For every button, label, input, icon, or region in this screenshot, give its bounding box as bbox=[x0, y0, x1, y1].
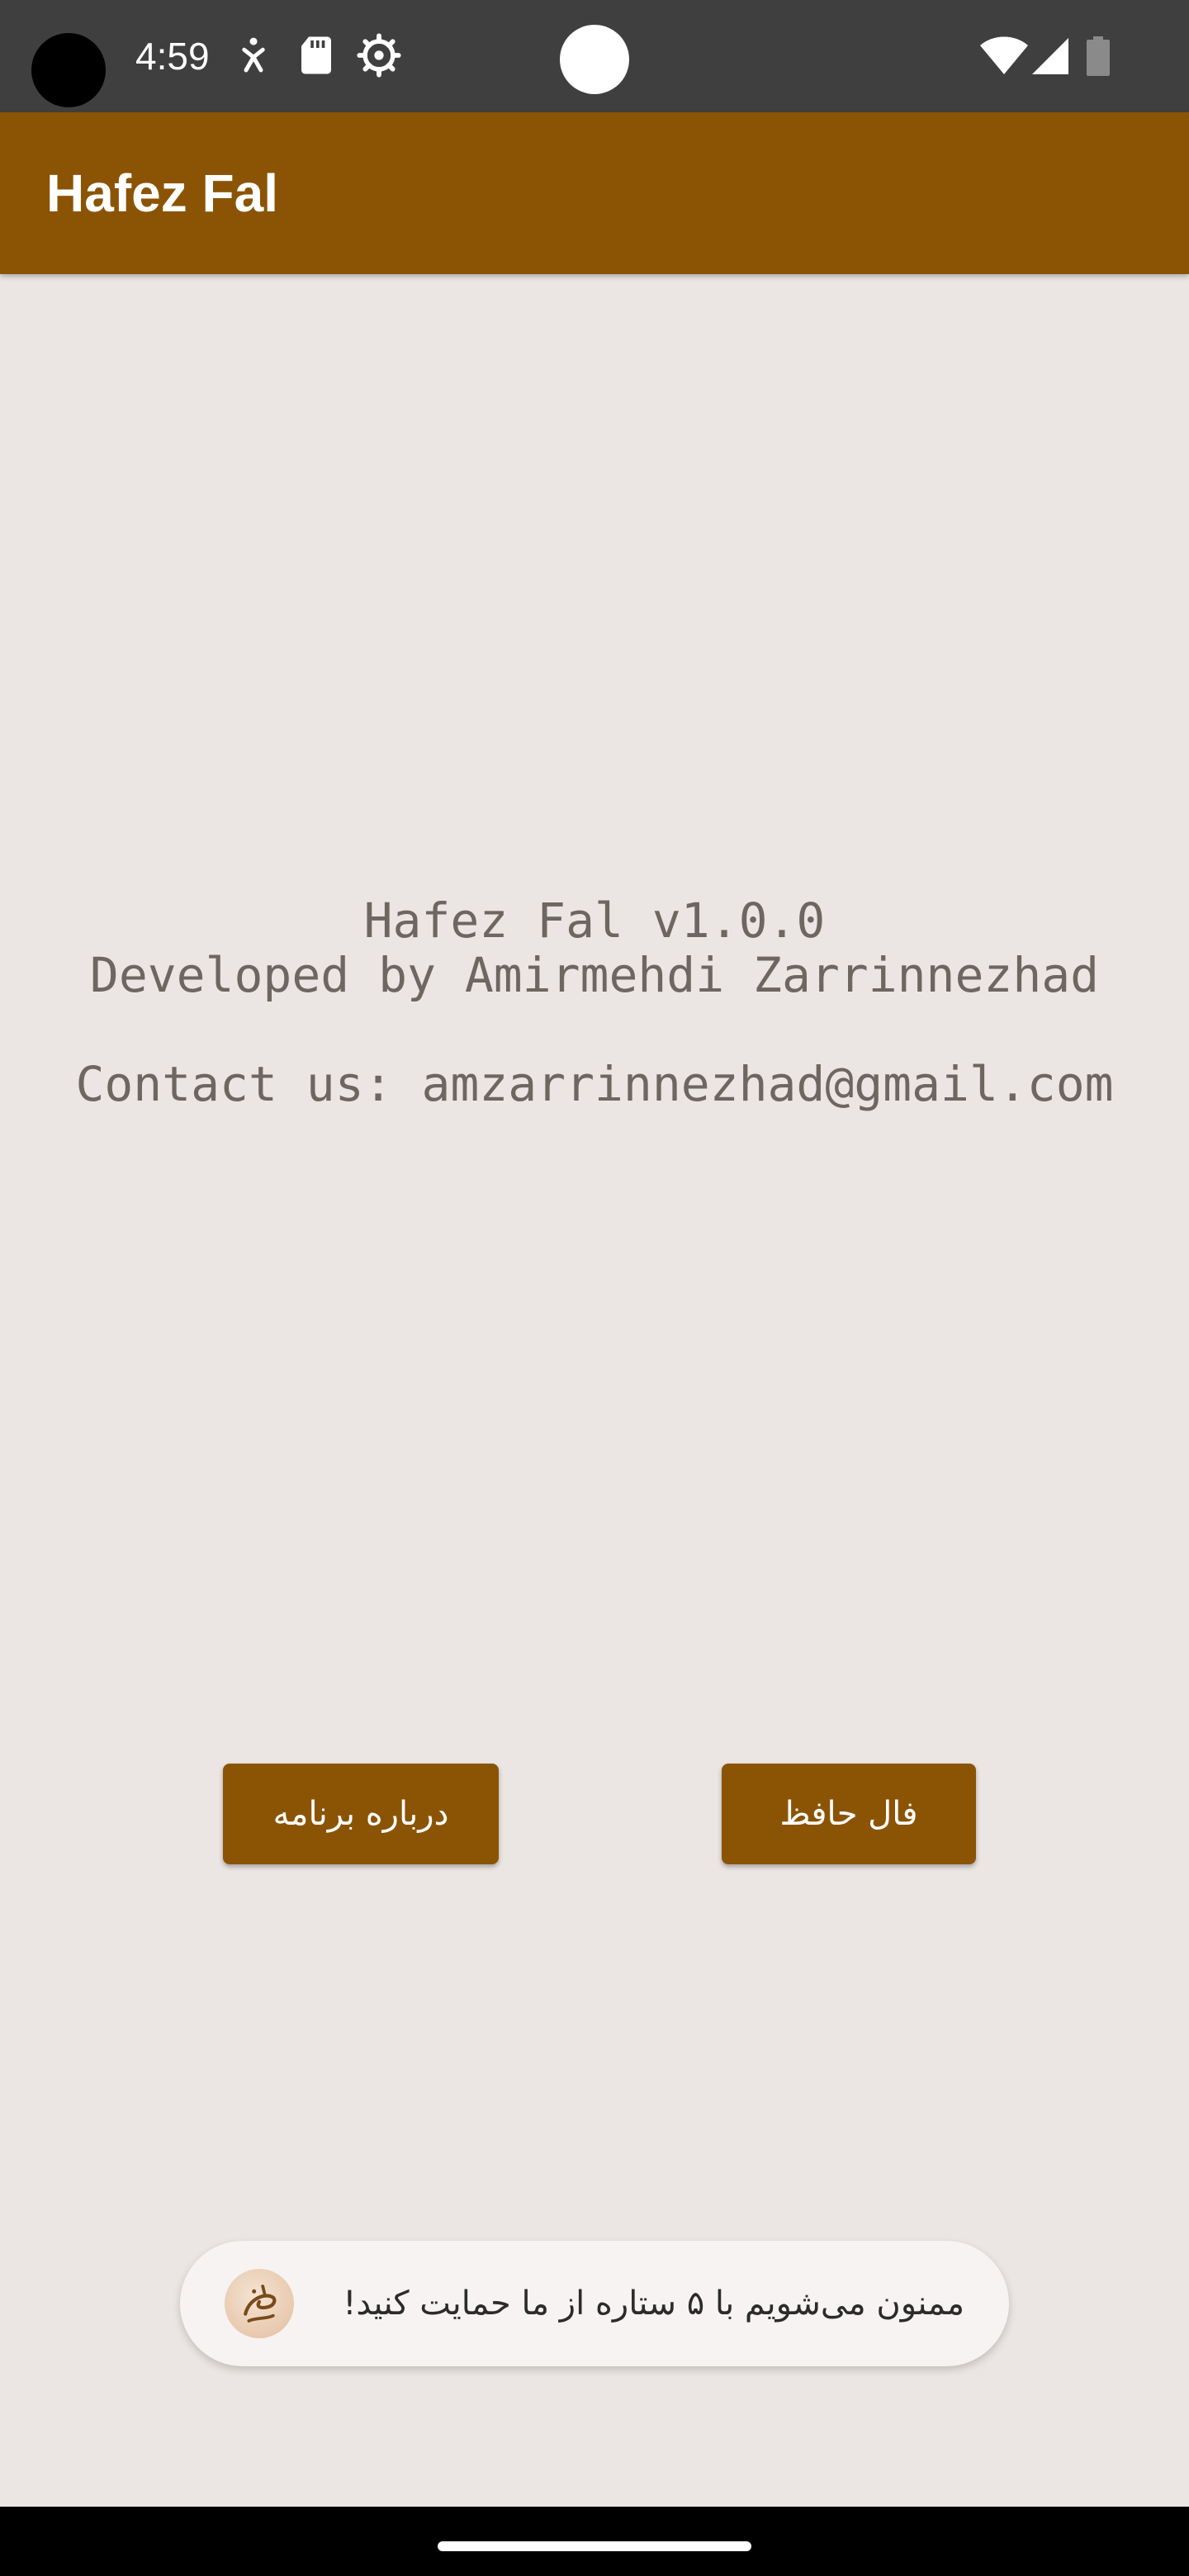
status-bar: 4:59 bbox=[0, 0, 1189, 112]
status-time: 4:59 bbox=[135, 35, 210, 78]
front-camera-dot bbox=[560, 25, 629, 94]
app-bar: Hafez Fal bbox=[0, 112, 1189, 274]
signal-icon bbox=[1030, 36, 1070, 76]
hafez-logo-icon bbox=[225, 2269, 294, 2338]
camera-cutout bbox=[31, 33, 106, 107]
navigation-bar bbox=[0, 2507, 1189, 2576]
rating-prompt-text: ممنون می‌شویم با ۵ ستاره از ما حمایت کنی… bbox=[343, 2285, 964, 2323]
app-title: Hafez Fal bbox=[46, 163, 278, 223]
sd-card-icon bbox=[294, 33, 339, 78]
version-text: Hafez Fal v1.0.0 bbox=[363, 893, 826, 949]
hafez-fal-button[interactable]: فال حافظ bbox=[722, 1764, 976, 1864]
wifi-icon bbox=[979, 36, 1029, 76]
app-info: Hafez Fal v1.0.0 Developed by Amirmehdi … bbox=[0, 893, 1189, 1111]
contact-text: Contact us: amzarrinnezhad@gmail.com bbox=[75, 1056, 1114, 1112]
settings-icon bbox=[357, 33, 401, 78]
battery-icon bbox=[1087, 36, 1110, 76]
about-app-button[interactable]: درباره برنامه bbox=[223, 1764, 499, 1864]
accessibility-icon bbox=[231, 33, 276, 78]
rating-prompt[interactable]: ممنون می‌شویم با ۵ ستاره از ما حمایت کنی… bbox=[180, 2241, 1009, 2366]
developer-text: Developed by Amirmehdi Zarrinnezhad bbox=[89, 947, 1100, 1003]
home-gesture-handle[interactable] bbox=[438, 2541, 751, 2551]
